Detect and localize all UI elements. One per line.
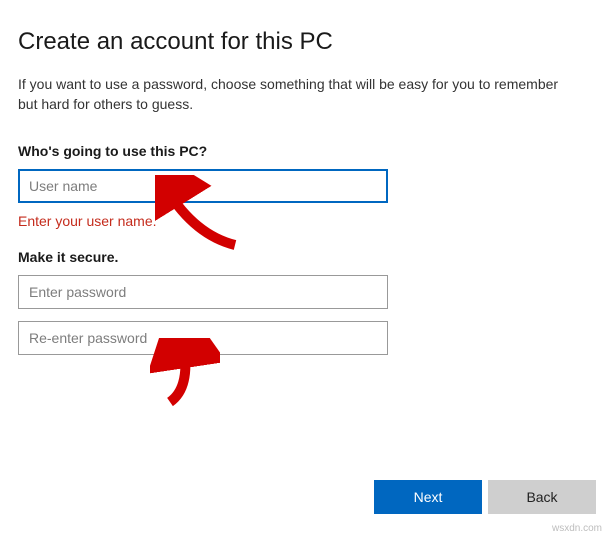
next-button[interactable]: Next [374,480,482,514]
page-subtitle: If you want to use a password, choose so… [18,74,578,115]
username-input[interactable] [18,169,388,203]
watermark-text: wsxdn.com [552,523,602,534]
username-error: Enter your user name. [18,213,588,229]
reenter-password-input[interactable] [18,321,388,355]
page-title: Create an account for this PC [18,28,588,56]
back-button[interactable]: Back [488,480,596,514]
username-section-label: Who's going to use this PC? [18,143,588,159]
account-form: Create an account for this PC If you wan… [0,0,606,355]
footer-buttons: Next Back [374,480,596,514]
password-section-label: Make it secure. [18,249,588,265]
password-input[interactable] [18,275,388,309]
